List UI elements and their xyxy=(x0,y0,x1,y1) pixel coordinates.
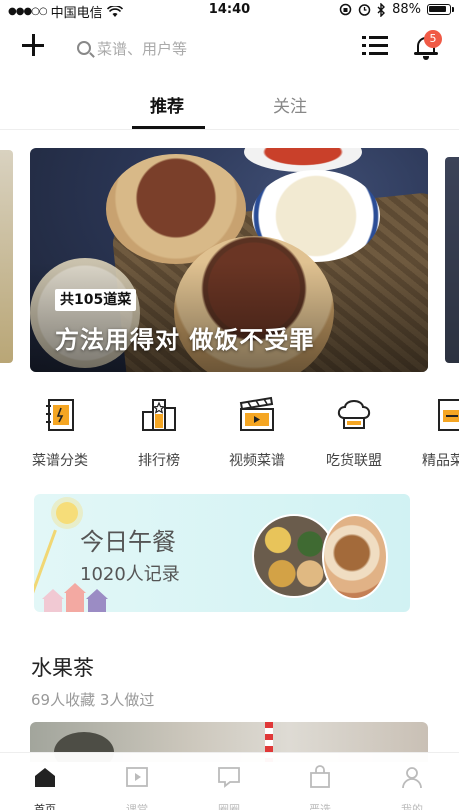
category-foodie-league[interactable]: 吃货联盟 xyxy=(309,394,399,470)
todays-lunch-card[interactable]: 今日午餐 1020人记录 xyxy=(34,494,410,612)
sun-illustration xyxy=(56,502,78,524)
banner-previous-peek[interactable] xyxy=(0,150,13,363)
top-bar: 菜谱、用户等 5 xyxy=(0,20,459,76)
tab-recommended[interactable]: 推荐 xyxy=(150,92,184,117)
category-label: 排行榜 xyxy=(138,453,180,469)
recipe-meta: 69人收藏 3人做过 xyxy=(31,691,155,709)
featured-banner[interactable]: 共105道菜 方法用得对 做饭不受罪 xyxy=(30,148,428,372)
nav-item-mine[interactable]: 我的 xyxy=(382,765,442,810)
premium-icon xyxy=(438,399,459,431)
shopping-bag-icon xyxy=(310,765,330,788)
nav-item-selection[interactable]: 严选 xyxy=(290,765,350,810)
feed-tabs: 推荐 关注 xyxy=(0,76,459,130)
person-icon xyxy=(402,767,422,789)
bluetooth-icon xyxy=(377,2,386,17)
battery-percent: 88% xyxy=(392,2,421,17)
nav-item-classroom[interactable]: 课堂 xyxy=(107,765,167,810)
search-input[interactable]: 菜谱、用户等 xyxy=(77,36,327,60)
houses-illustration xyxy=(42,583,122,612)
video-clapper-icon xyxy=(239,396,274,431)
battery-icon xyxy=(427,4,454,15)
status-bar: ●●●○○ 中国电信 14:40 88% xyxy=(0,0,459,21)
tab-following[interactable]: 关注 xyxy=(273,92,307,117)
add-icon[interactable] xyxy=(22,34,44,56)
category-video-recipes[interactable]: 视频菜谱 xyxy=(212,394,302,470)
banner-shade xyxy=(30,262,428,372)
category-label: 视频菜谱 xyxy=(229,453,285,469)
list-menu-icon[interactable] xyxy=(362,36,388,56)
nav-label: 课堂 xyxy=(126,803,148,810)
nav-item-circles[interactable]: 圈圈 xyxy=(199,765,259,810)
category-label: 菜谱分类 xyxy=(32,453,88,469)
banner-next-peek[interactable] xyxy=(445,157,459,363)
recipe-book-icon xyxy=(46,399,74,431)
chef-hat-icon xyxy=(337,400,371,429)
nav-label: 我的 xyxy=(401,803,423,810)
banner-headline: 方法用得对 做饭不受罪 xyxy=(55,326,315,354)
nav-item-home[interactable]: 首页 xyxy=(15,765,75,810)
category-label: 吃货联盟 xyxy=(326,453,382,469)
category-premium-dishes[interactable]: 精品菜 xyxy=(404,394,459,470)
lunch-subtitle: 1020人记录 xyxy=(80,564,180,585)
alarm-icon xyxy=(358,4,371,16)
bottom-nav: 首页 课堂 圈圈 严选 我的 xyxy=(0,752,459,810)
play-icon xyxy=(126,767,148,787)
orientation-lock-icon xyxy=(339,3,352,16)
search-placeholder: 菜谱、用户等 xyxy=(97,39,188,58)
lunch-photo-2 xyxy=(322,514,388,600)
recipe-title[interactable]: 水果茶 xyxy=(31,652,94,682)
banner-photo-bowl xyxy=(244,148,362,172)
search-icon xyxy=(77,41,91,55)
category-recipe-classification[interactable]: 菜谱分类 xyxy=(15,394,105,470)
nav-label: 严选 xyxy=(309,803,331,810)
nav-label: 首页 xyxy=(34,803,56,810)
home-icon xyxy=(35,768,55,787)
lunch-title: 今日午餐 xyxy=(80,528,176,556)
ranking-icon xyxy=(142,399,176,431)
nav-label: 圈圈 xyxy=(218,803,240,810)
category-ranking[interactable]: 排行榜 xyxy=(114,394,204,470)
category-shortcuts: 菜谱分类 排行榜 视频菜谱 吃货联盟 精品菜 xyxy=(0,394,459,470)
banner-count-tag: 共105道菜 xyxy=(55,289,137,311)
category-label: 精品菜 xyxy=(422,453,459,469)
active-tab-indicator xyxy=(132,126,205,129)
chat-icon xyxy=(218,767,240,788)
notification-badge: 5 xyxy=(424,30,442,48)
